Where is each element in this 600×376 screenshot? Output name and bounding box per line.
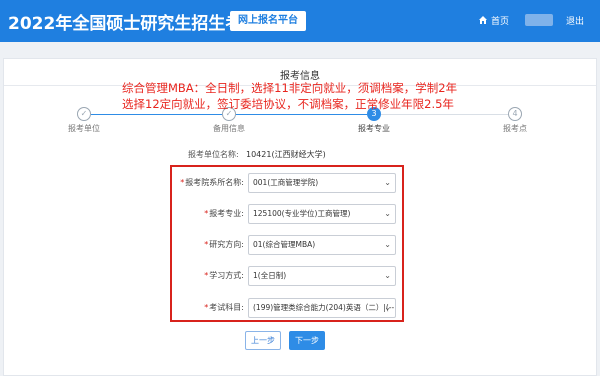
study-mode-select[interactable]: 1(全日制) ⌄ <box>248 266 396 286</box>
chevron-down-icon: ⌄ <box>384 271 391 280</box>
previous-step-button[interactable]: 上一步 <box>245 331 281 350</box>
annotation-line-1: 综合管理MBA：全日制，选择11非定向就业，须调档案，学制2年 <box>122 81 458 95</box>
exam-subjects-label: *考试科目: <box>204 303 244 312</box>
platform-badge: 网上报名平台 <box>230 11 306 31</box>
chevron-down-icon: ⌄ <box>384 209 391 218</box>
step-4-number: 4 <box>508 107 522 121</box>
step-4-label: 报考点 <box>503 124 527 133</box>
user-name-blurred <box>525 14 553 26</box>
step-connector-3 <box>381 114 508 115</box>
home-link[interactable]: 首页 <box>478 14 509 27</box>
exam-subjects-select[interactable]: (199)管理类综合能力(204)英语（二）|(-- ⌄ <box>248 298 396 318</box>
step-1-label: 报考单位 <box>68 124 100 133</box>
major-label: *报考专业: <box>204 209 244 218</box>
step-2-label: 备用信息 <box>213 124 245 133</box>
step-3-label: 报考专业 <box>358 124 390 133</box>
department-row: *报考院系所名称: 001(工商管理学院) ⌄ <box>170 173 404 193</box>
department-select[interactable]: 001(工商管理学院) ⌄ <box>248 173 396 193</box>
home-icon <box>479 16 487 24</box>
brand-title: 2022年全国硕士研究生招生考试 <box>8 14 260 34</box>
step-connector-1 <box>91 114 222 115</box>
top-header: 2022年全国硕士研究生招生考试 网上报名平台 首页 退出 <box>0 0 600 42</box>
annotation-line-2: 选择12定向就业，签订委培协议，不调档案，正常修业年限2.5年 <box>122 97 454 111</box>
study-mode-label: *学习方式: <box>204 271 244 280</box>
research-direction-select[interactable]: 01(综合管理MBA) ⌄ <box>248 235 396 255</box>
research-direction-row: *研究方向: 01(综合管理MBA) ⌄ <box>170 235 404 255</box>
school-label: 报考单位名称: <box>188 150 239 159</box>
logout-link[interactable]: 退出 <box>566 14 584 27</box>
chevron-down-icon: ⌄ <box>384 178 391 187</box>
major-row: *报考专业: 125100(专业学位)工商管理) ⌄ <box>170 204 404 224</box>
research-direction-label: *研究方向: <box>204 240 244 249</box>
department-label: *报考院系所名称: <box>180 178 244 187</box>
annotation-text: 综合管理MBA：全日制，选择11非定向就业，须调档案，学制2年 选择12定向就业… <box>122 80 457 112</box>
next-step-button[interactable]: 下一步 <box>289 331 325 350</box>
step-1-check-icon: ✓ <box>77 107 91 121</box>
chevron-down-icon: ⌄ <box>384 303 391 312</box>
step-connector-2 <box>236 114 367 115</box>
study-mode-row: *学习方式: 1(全日制) ⌄ <box>170 266 404 286</box>
home-label: 首页 <box>491 17 510 27</box>
chevron-down-icon: ⌄ <box>384 240 391 249</box>
major-select[interactable]: 125100(专业学位)工商管理) ⌄ <box>248 204 396 224</box>
school-value: 10421(江西财经大学) <box>246 150 326 159</box>
exam-subjects-row: *考试科目: (199)管理类综合能力(204)英语（二）|(-- ⌄ <box>170 298 404 318</box>
